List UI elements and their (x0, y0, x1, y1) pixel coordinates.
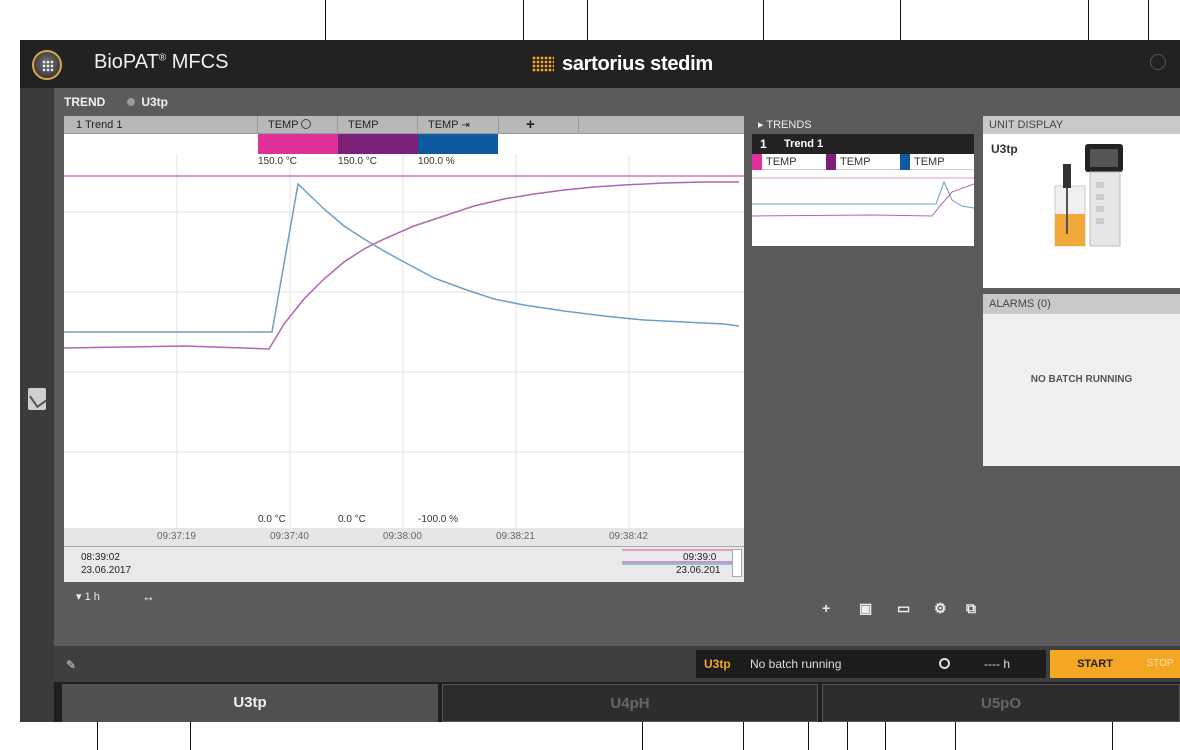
app-window: BioPAT® MFCS sartorius stedim TREND U3tp… (20, 40, 1180, 722)
trends-panel: ▸ TRENDS 1 Trend 1 TEMP TEMP TEMP (751, 116, 975, 266)
arrow-circle-icon: ⇥ (461, 120, 470, 131)
main-area: TREND U3tp 1 Trend 1 TEMP TEMP TEMP ⇥ + (54, 88, 1180, 646)
trend-name-tab[interactable]: 1 Trend 1 (76, 116, 122, 134)
overview-end-date: 23.06.201 (676, 565, 721, 576)
pen-tab-3[interactable]: TEMP ⇥ (428, 116, 470, 134)
status-bar: ✎ U3tp No batch running ---- h START STO… (54, 646, 1180, 682)
pen-1-min: 0.0 °C (258, 514, 286, 525)
brand-logo: sartorius stedim (532, 50, 713, 78)
add-icon[interactable]: + (822, 600, 830, 616)
brand-dots-icon (532, 56, 554, 72)
trend-item-pens: TEMP TEMP TEMP (752, 154, 974, 170)
pen-3-min: -100.0 % (418, 514, 459, 525)
trend-unit-name: U3tp (141, 95, 169, 109)
trend-chart[interactable]: 150.0 °C 150.0 °C 100.0 % 0.0 °C 0.0 °C … (64, 154, 744, 528)
edit-icon[interactable]: ✎ (66, 658, 76, 672)
unit-tab-u5po[interactable]: U5pO (822, 684, 1180, 722)
mini-pen-label: TEMP (914, 156, 945, 168)
pen-1-max: 150.0 °C (258, 156, 298, 167)
pen-line-2 (64, 181, 739, 350)
app-title: BioPAT® MFCS (94, 51, 229, 73)
settings-icon[interactable]: ⚙ (934, 600, 947, 617)
zoom-dropdown[interactable]: ▾ 1 h (76, 590, 100, 603)
pan-arrows-icon[interactable]: ↔ (142, 589, 155, 604)
mini-pen-label: TEMP (840, 156, 871, 168)
overview-end-time: 09:39:0 (683, 552, 717, 563)
pen-swatch-2[interactable] (338, 134, 418, 154)
unit-display-header: UNIT DISPLAY (983, 116, 1180, 134)
trend-toolbar: ▾ 1 h ↔ (64, 582, 744, 612)
mini-pen-label: TEMP (766, 156, 797, 168)
title-bar: BioPAT® MFCS sartorius stedim (20, 40, 1180, 88)
unit-tab-u4ph[interactable]: U4pH (442, 684, 818, 722)
trend-thumbnail[interactable] (751, 170, 975, 246)
batch-status-text: No batch running (750, 657, 842, 671)
trend-item-number: 1 (760, 137, 767, 151)
trend-tab-bar: 1 Trend 1 TEMP TEMP TEMP ⇥ + (64, 116, 744, 134)
brand-name: sartorius stedim (562, 52, 713, 75)
save-icon[interactable]: ▣ (859, 600, 872, 617)
chart-gridlines (64, 154, 744, 528)
batch-unit-name: U3tp (704, 657, 731, 671)
time-tick: 09:38:21 (496, 531, 535, 542)
clipboard-icon[interactable] (28, 388, 46, 410)
pen-tab-1[interactable]: TEMP (268, 116, 312, 134)
time-tick: 09:37:40 (270, 531, 309, 542)
time-axis: 09:37:19 09:37:40 09:38:00 09:38:21 09:3… (64, 528, 744, 546)
alarms-body: NO BATCH RUNNING (983, 314, 1180, 466)
unit-display-body[interactable]: U3tp (983, 134, 1180, 288)
alarms-message: NO BATCH RUNNING (1030, 374, 1133, 385)
overview-bar[interactable]: 08:39:02 23.06.2017 09:39:0 23.06.201 (64, 546, 744, 582)
pen-swatch-3[interactable] (418, 134, 498, 154)
trend-list-item[interactable]: 1 Trend 1 (752, 134, 974, 154)
overview-start-time: 08:39:02 (81, 552, 120, 563)
folder-icon[interactable]: ▭ (897, 600, 910, 617)
unit-display-panel: UNIT DISPLAY U3tp (983, 116, 1180, 290)
batch-info: U3tp No batch running ---- h (696, 650, 1046, 678)
pen-color-row (64, 134, 744, 154)
time-tick: 09:38:00 (383, 531, 422, 542)
target-icon (301, 119, 312, 129)
unit-tab-u3tp[interactable]: U3tp (62, 684, 438, 722)
trend-title: TREND (64, 95, 106, 109)
unit-tab-bar: U3tp U4pH U5pO (54, 682, 1180, 722)
pen-3-max: 100.0 % (418, 156, 455, 167)
time-tick: 09:38:42 (609, 531, 648, 542)
trend-item-name: Trend 1 (784, 138, 824, 150)
pen-swatch-1[interactable] (258, 134, 338, 154)
screenshot-stage: BioPAT® MFCS sartorius stedim TREND U3tp… (0, 0, 1180, 750)
stop-button[interactable]: STOP (1140, 650, 1180, 678)
overview-start-date: 23.06.2017 (81, 565, 132, 576)
alarms-header[interactable]: ALARMS (0) (983, 294, 1180, 314)
alarms-panel: ALARMS (0) NO BATCH RUNNING (983, 294, 1180, 468)
pen-line-3 (64, 182, 740, 333)
start-button[interactable]: START (1050, 650, 1140, 678)
time-tick: 09:37:19 (157, 531, 196, 542)
batch-duration: ---- h (984, 657, 1010, 671)
bioreactor-illustration-icon (1054, 144, 1123, 247)
add-pen-button[interactable]: + (526, 116, 535, 134)
menu-icon[interactable] (32, 50, 62, 80)
trends-panel-header[interactable]: ▸ TRENDS (752, 116, 974, 134)
left-sidebar (20, 88, 54, 722)
pen-2-max: 150.0 °C (338, 156, 378, 167)
overview-drag-handle[interactable] (732, 549, 742, 577)
status-dot-icon (127, 98, 136, 106)
pen-tab-2[interactable]: TEMP (348, 116, 379, 134)
trend-panel: 1 Trend 1 TEMP TEMP TEMP ⇥ + 150.0 °C 15… (64, 116, 744, 612)
power-icon[interactable] (1150, 54, 1166, 70)
layout-icon[interactable]: ⧉ (966, 600, 976, 617)
trend-header: TREND U3tp (64, 94, 168, 110)
pen-2-min: 0.0 °C (338, 514, 366, 525)
clock-icon (939, 658, 950, 669)
